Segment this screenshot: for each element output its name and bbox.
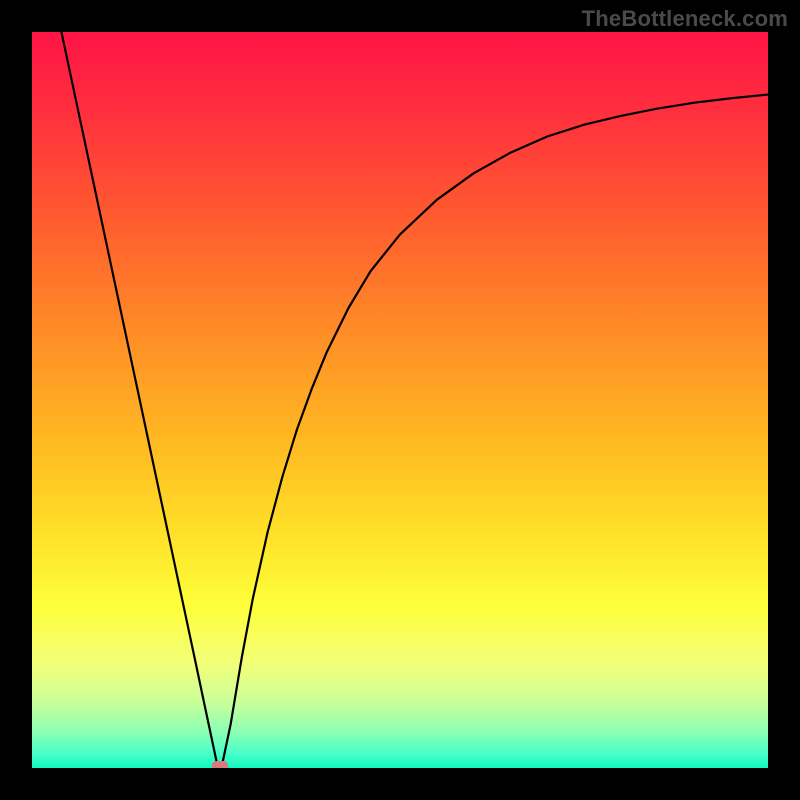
chart-frame: TheBottleneck.com	[0, 0, 800, 800]
bottleneck-curve	[32, 32, 768, 768]
watermark-text: TheBottleneck.com	[582, 6, 788, 32]
plot-area	[32, 32, 768, 768]
minimum-marker	[212, 761, 228, 768]
